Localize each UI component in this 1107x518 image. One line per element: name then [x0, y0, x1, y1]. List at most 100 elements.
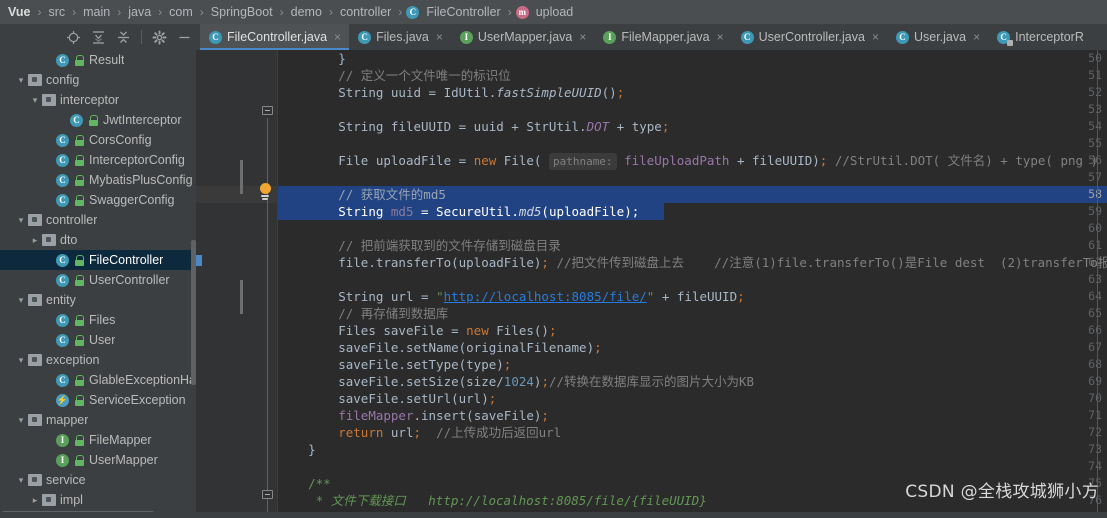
- editor-right-divider: [1097, 50, 1098, 518]
- breadcrumb-item[interactable]: SpringBoot: [207, 5, 277, 19]
- tree-item-corsconfig[interactable]: C CorsConfig: [0, 130, 196, 150]
- breadcrumb-item[interactable]: m upload: [515, 5, 578, 19]
- tree-item-mapper[interactable]: ▾ mapper: [0, 410, 196, 430]
- folder-icon: [28, 294, 42, 306]
- tree-item-usermapper[interactable]: I UserMapper: [0, 450, 196, 470]
- line-number: 69: [1088, 374, 1102, 388]
- tab-list: C FileController.java × C Files.java × I UserMa…: [200, 24, 1107, 50]
- close-icon[interactable]: ×: [717, 31, 724, 43]
- breakpoint-gutter-marker[interactable]: [196, 255, 202, 266]
- code-line: return url; //上传成功后返回url: [338, 425, 562, 440]
- tab-label: UserMapper.java: [477, 30, 573, 44]
- tree-item-usercontroller[interactable]: C UserController: [0, 270, 196, 290]
- fold-marker-icon[interactable]: [262, 490, 273, 499]
- fold-marker-icon[interactable]: [262, 106, 273, 115]
- tree-item-filemapper[interactable]: I FileMapper: [0, 430, 196, 450]
- tree-item-interceptorconfig[interactable]: C InterceptorConfig: [0, 150, 196, 170]
- collapse-all-icon[interactable]: [116, 30, 131, 45]
- line-number: 55: [1088, 136, 1102, 150]
- chevron-down-icon[interactable]: ▾: [14, 475, 28, 485]
- tree-item-label: Files: [89, 313, 116, 327]
- breadcrumb-item[interactable]: Vue: [4, 5, 34, 19]
- toolbar-divider: [141, 30, 142, 44]
- tree-item-dto[interactable]: ▸ dto: [0, 230, 196, 250]
- expand-all-icon[interactable]: [91, 30, 106, 45]
- intention-bulb-icon[interactable]: [258, 183, 272, 200]
- interface-icon: I: [603, 30, 617, 44]
- minimize-icon[interactable]: [177, 30, 192, 45]
- close-icon[interactable]: ×: [973, 31, 980, 43]
- tree-item-label: interceptor: [60, 93, 120, 107]
- tree-item-user[interactable]: C User: [0, 330, 196, 350]
- project-tree[interactable]: C Result ▾ config ▾ interceptor C JwtIntercepto…: [0, 50, 196, 518]
- tab-usercontroller-java[interactable]: C UserController.java ×: [731, 24, 887, 50]
- tree-item-impl[interactable]: ▸ impl: [0, 490, 196, 510]
- close-icon[interactable]: ×: [579, 31, 586, 43]
- tree-item-mybatisplusconfig[interactable]: C MybatisPlusConfig: [0, 170, 196, 190]
- chevron-right-icon[interactable]: ▸: [28, 495, 42, 505]
- breadcrumb-item[interactable]: demo: [287, 5, 326, 19]
- code-line: saveFile.setUrl(url);: [338, 391, 497, 406]
- tab-files-java[interactable]: C Files.java ×: [349, 24, 451, 50]
- tree-item-exception[interactable]: ▾ exception: [0, 350, 196, 370]
- folder-icon: [28, 414, 42, 426]
- bottom-strip: [0, 512, 1107, 518]
- line-number: 61: [1088, 238, 1102, 252]
- tree-item-config[interactable]: ▾ config: [0, 70, 196, 90]
- tab-interceptorr[interactable]: C InterceptorR: [988, 24, 1092, 50]
- breadcrumb-item[interactable]: java: [124, 5, 155, 19]
- tree-item-label: Result: [89, 53, 125, 67]
- tree-item-interceptor[interactable]: ▾ interceptor: [0, 90, 196, 110]
- breadcrumb-separator: ›: [199, 5, 204, 19]
- tree-item-files[interactable]: C Files: [0, 310, 196, 330]
- tree-item-result[interactable]: C Result: [0, 50, 196, 70]
- tab-filemapper-java[interactable]: I FileMapper.java ×: [594, 24, 732, 50]
- tree-item-jwtinterceptor[interactable]: C JwtInterceptor: [0, 110, 196, 130]
- breadcrumb-item[interactable]: com: [165, 5, 197, 19]
- tree-item-swaggerconfig[interactable]: C SwaggerConfig: [0, 190, 196, 210]
- public-visibility-icon: [75, 454, 84, 466]
- vcs-change-marker: [240, 160, 243, 194]
- breadcrumb-item[interactable]: src: [44, 5, 69, 19]
- folder-icon: [42, 234, 56, 246]
- class-icon: C: [56, 373, 69, 387]
- chevron-down-icon[interactable]: ▾: [28, 95, 42, 105]
- tree-item-glableexceptionhan[interactable]: C GlableExceptionHan: [0, 370, 196, 390]
- tree-item-label: FileMapper: [89, 433, 152, 447]
- class-icon: C: [56, 313, 69, 327]
- public-visibility-icon: [75, 434, 84, 446]
- tree-item-filecontroller[interactable]: C FileController: [0, 250, 196, 270]
- breadcrumb-item[interactable]: C FileController: [405, 5, 504, 19]
- code-editor[interactable]: 50 51 52 53 54 55 56 57 58 59 60 61 62 63 64 65 66 67 68 69…: [196, 50, 1107, 518]
- interface-icon: I: [459, 30, 473, 44]
- close-icon[interactable]: ×: [334, 31, 341, 43]
- close-icon[interactable]: ×: [872, 31, 879, 43]
- chevron-down-icon[interactable]: ▾: [14, 355, 28, 365]
- class-icon: C: [56, 133, 69, 147]
- chevron-down-icon[interactable]: ▾: [14, 415, 28, 425]
- line-number: 58: [1088, 187, 1102, 201]
- tab-user-java[interactable]: C User.java ×: [886, 24, 989, 50]
- locate-target-icon[interactable]: [66, 30, 81, 45]
- tree-item-entity[interactable]: ▾ entity: [0, 290, 196, 310]
- tab-usermapper-java[interactable]: I UserMapper.java ×: [450, 24, 595, 50]
- public-visibility-icon: [89, 114, 98, 126]
- public-visibility-icon: [75, 54, 84, 66]
- tree-item-controller[interactable]: ▾ controller: [0, 210, 196, 230]
- public-visibility-icon: [75, 134, 84, 146]
- line-number: 64: [1088, 289, 1102, 303]
- chevron-down-icon[interactable]: ▾: [14, 295, 28, 305]
- chevron-right-icon[interactable]: ▸: [28, 235, 42, 245]
- tree-item-serviceexception[interactable]: ⚡ ServiceException: [0, 390, 196, 410]
- breadcrumb-item[interactable]: main: [79, 5, 114, 19]
- chevron-down-icon[interactable]: ▾: [14, 75, 28, 85]
- breadcrumb-separator: ›: [279, 5, 284, 19]
- breadcrumb-item[interactable]: controller: [336, 5, 395, 19]
- gear-icon[interactable]: [152, 29, 167, 45]
- breadcrumb-label: demo: [290, 5, 322, 19]
- close-icon[interactable]: ×: [436, 31, 443, 43]
- line-number: 50: [1088, 51, 1102, 65]
- tab-filecontroller-java[interactable]: C FileController.java ×: [200, 24, 350, 50]
- tree-item-service[interactable]: ▾ service: [0, 470, 196, 490]
- chevron-down-icon[interactable]: ▾: [14, 215, 28, 225]
